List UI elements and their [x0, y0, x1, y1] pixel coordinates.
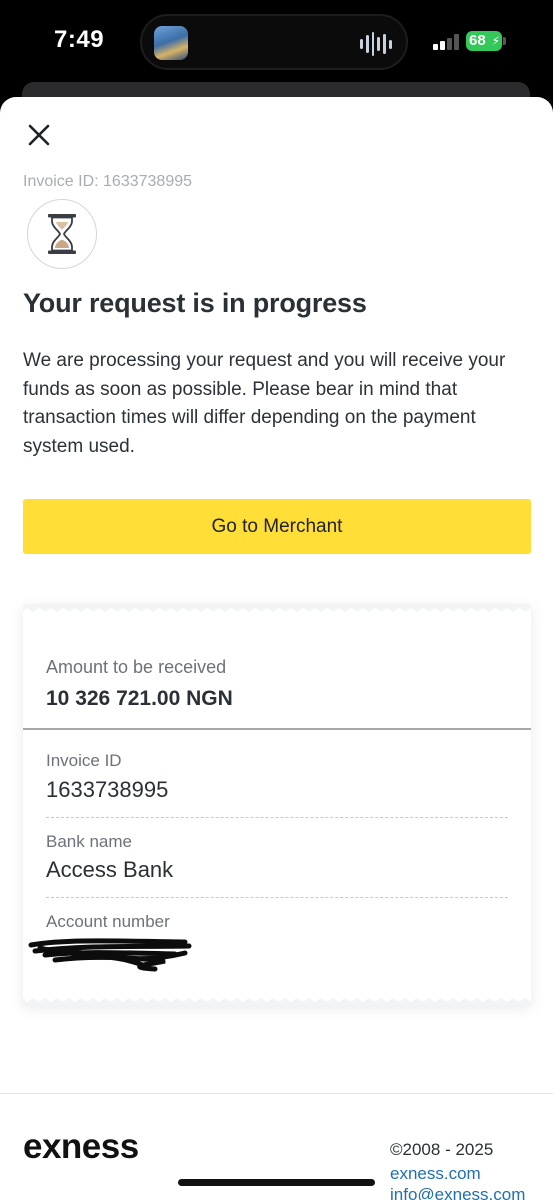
email-link[interactable]: info@exness.com [390, 1185, 525, 1200]
invoice-id-label: Invoice ID [46, 751, 122, 770]
invoice-id-caption: Invoice ID: 1633738995 [23, 173, 193, 190]
account-number-label: Account number [46, 912, 170, 931]
website-link[interactable]: exness.com [390, 1164, 481, 1184]
redaction-scribble [28, 938, 192, 972]
dynamic-island[interactable] [140, 14, 408, 70]
receipt-bottom-edge [23, 998, 531, 1006]
battery-level: 68 [469, 32, 486, 49]
exness-logo: exness [23, 1127, 139, 1166]
amount-label: Amount to be received [46, 657, 227, 677]
request-status-sheet: Invoice ID: 1633738995 Your request is i… [0, 97, 553, 1200]
bank-name-value: Access Bank [46, 857, 174, 882]
battery-icon: 68 ⚡ [466, 31, 502, 51]
footer-divider [0, 1093, 553, 1094]
home-indicator[interactable] [178, 1179, 375, 1186]
audio-waveform-icon [360, 32, 392, 56]
amount-value: 10 326 721.00 NGN [46, 687, 233, 710]
bank-name-label: Bank name [46, 832, 132, 851]
status-time: 7:49 [54, 26, 105, 53]
battery-cap [503, 37, 506, 45]
divider [23, 728, 531, 730]
close-button[interactable] [26, 122, 54, 150]
copyright-text: ©2008 - 2025 [390, 1140, 494, 1159]
status-bar: 7:49 68 ⚡ [0, 0, 553, 112]
go-to-merchant-button[interactable]: Go to Merchant [23, 499, 531, 554]
invoice-id-value: 1633738995 [46, 777, 169, 802]
receipt-top-edge [23, 604, 531, 612]
cellular-signal-icon [433, 34, 459, 50]
receipt-card: Amount to be received 10 326 721.00 NGN … [23, 604, 531, 1006]
now-playing-thumbnail [154, 26, 188, 60]
page-title: Your request is in progress [23, 288, 367, 318]
close-icon [28, 124, 50, 146]
dashed-divider [46, 897, 508, 898]
dashed-divider [46, 817, 508, 818]
hourglass-icon [27, 199, 97, 269]
charging-bolt-icon: ⚡ [491, 34, 500, 48]
status-description: We are processing your request and you w… [23, 350, 506, 457]
